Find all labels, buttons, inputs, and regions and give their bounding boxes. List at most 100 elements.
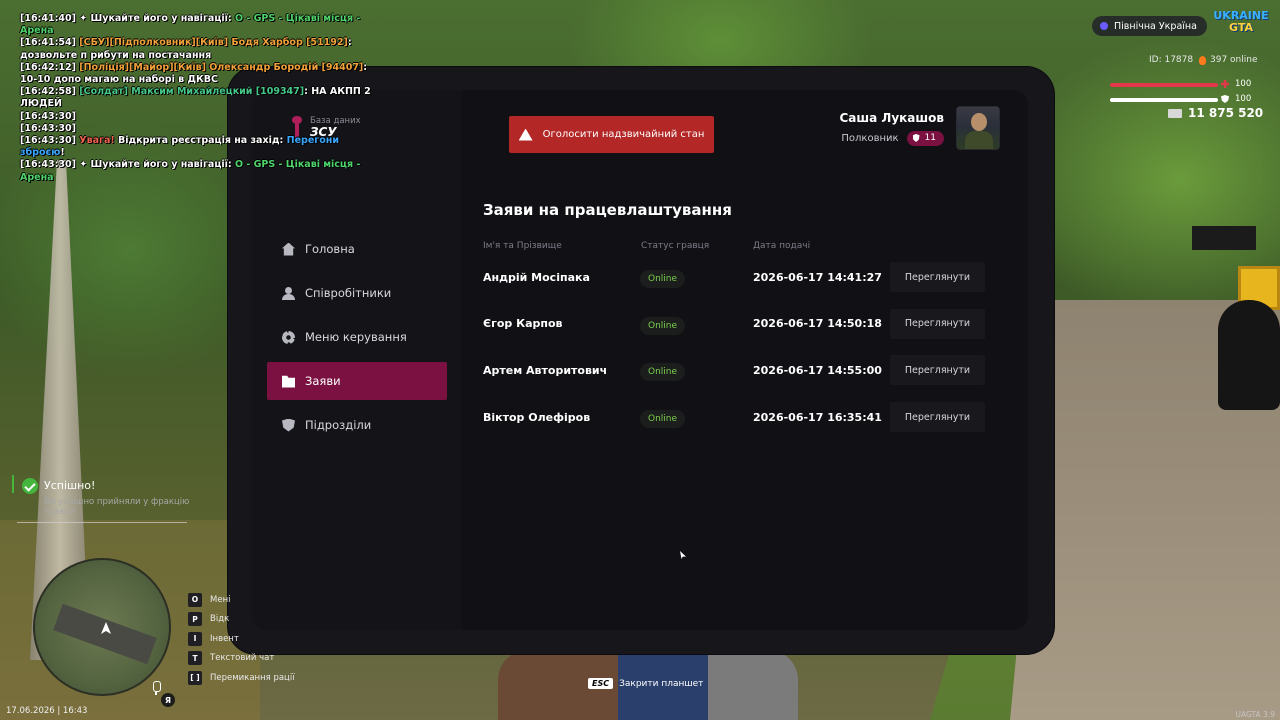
sidebar-item-label: Меню керування — [305, 330, 407, 344]
keybind-row: I Інвент — [188, 629, 295, 649]
keycap: P — [188, 612, 202, 627]
emergency-button[interactable]: Оголосити надзвичайний стан — [509, 116, 714, 153]
submission-date: 2026-06-17 16:35:41 — [753, 410, 882, 424]
keybind-row: [ ] Перемикання рації — [188, 668, 295, 688]
sidebar-item-label: Заяви — [305, 374, 341, 388]
chat-line: [16:43:30] — [20, 111, 380, 123]
chat-line: [16:42:58] [Солдат] Максим Михайлецкий [… — [20, 86, 380, 110]
chat-segment: [16:41:54] — [20, 37, 80, 49]
chat-segment: [Поліція][Майор][Київ] Олександр Бородій… — [79, 61, 364, 73]
view-button[interactable]: Переглянути — [890, 402, 985, 433]
player-arrow-icon — [101, 622, 111, 634]
column-header-status: Статус гравця — [641, 241, 710, 251]
toast-text: Ви успішно прийняли у фракцію гравця — [44, 497, 190, 517]
esc-key: ESC — [588, 678, 614, 689]
armor-value: 100 — [1235, 94, 1252, 104]
user-profile: Саша Лукашов Полковник 11 — [839, 106, 1000, 150]
street-sign — [1192, 226, 1256, 250]
chat-segment: ! — [60, 147, 65, 159]
keycap: T — [188, 651, 202, 666]
view-button[interactable]: Переглянути — [890, 262, 985, 292]
keycap: I — [188, 631, 202, 646]
keycap: O — [188, 592, 202, 607]
shield-icon — [282, 418, 295, 432]
date-time: 17.06.2026 | 16:43 — [6, 706, 88, 716]
armor-bar — [1110, 98, 1218, 102]
view-button[interactable]: Переглянути — [890, 308, 985, 339]
region-icon — [1100, 22, 1108, 30]
table-row: Єгор Карпов Online 2026-06-17 14:50:18 П… — [483, 308, 985, 339]
money-display: 11 875 520 — [1168, 106, 1263, 120]
column-header-date: Дата подачі — [753, 241, 811, 251]
chat-segment: Відкрита реєстрація на захід: — [118, 135, 287, 147]
status-badge: Online — [640, 410, 686, 429]
status-badge: Online — [640, 270, 686, 288]
keybind-row: O Мені — [188, 590, 295, 610]
keycap: [ ] — [188, 670, 202, 685]
gear-icon — [282, 330, 295, 344]
chat-segment: Увага! — [79, 135, 119, 147]
sidebar-item-2[interactable]: Меню керування — [267, 318, 447, 356]
status-cell: Online — [640, 313, 753, 335]
status-badge: Online — [640, 316, 686, 335]
status-cell: Online — [640, 359, 753, 382]
minimap — [33, 558, 171, 696]
submission-date: 2026-06-17 14:55:00 — [753, 363, 882, 377]
chat-line: [16:41:54] [СБУ][Підполковник][Київ] Бод… — [20, 37, 380, 61]
sidebar-item-label: Головна — [305, 242, 355, 256]
online-count: 397 online — [1199, 55, 1258, 65]
people-icon — [282, 286, 295, 300]
avatar — [956, 106, 1000, 150]
chat-segment: [16:43:30] — [20, 110, 76, 122]
keybind-row: T Текстовий чат — [188, 649, 295, 669]
status-badge: Online — [640, 363, 686, 382]
server-logo: UKRAINE GTA — [1212, 10, 1270, 42]
sidebar-item-3[interactable]: Заяви — [267, 362, 447, 400]
microphone-icon — [148, 680, 164, 696]
chat-segment: [16:43:30] — [20, 122, 76, 134]
folder-icon — [282, 375, 295, 388]
chat-segment: [Солдат] Максим Михайлецкий [109347] — [79, 86, 305, 98]
table-row: Андрій Мосіпака Online 2026-06-17 14:41:… — [483, 262, 985, 292]
region-name: Північна Україна — [1114, 20, 1197, 32]
online-text: 397 online — [1210, 55, 1258, 65]
warning-icon — [518, 128, 533, 141]
applicant-name: Артем Авторитович — [483, 363, 608, 377]
flame-icon — [1199, 55, 1206, 65]
status-cell: Online — [640, 406, 753, 429]
player-id: ID: 17878 — [1149, 55, 1194, 65]
emergency-button-label: Оголосити надзвичайний стан — [542, 129, 705, 140]
home-icon — [282, 242, 295, 256]
applicant-name: Єгор Карпов — [483, 317, 563, 331]
sidebar-nav: Головна Співробітники Меню керування Заяви П… — [267, 230, 447, 450]
chat-segment: ✦ Шукайте його у навігації: — [79, 13, 235, 24]
chat-line: [16:41:40] ✦ Шукайте його у навігації: O… — [20, 13, 380, 37]
status-cell: Online — [640, 266, 753, 288]
chat-segment: [СБУ][Підполковник][Київ] Бодя Харбор [5… — [79, 37, 348, 49]
page-title: Заяви на працевлаштування — [483, 201, 732, 219]
user-name: Саша Лукашов — [839, 110, 944, 125]
keybind-label: Перемикання рації — [210, 672, 295, 683]
close-tablet-label: Закрити планшет — [619, 678, 704, 689]
sidebar-item-0[interactable]: Головна — [267, 230, 447, 268]
chat-segment: [16:43:30] — [20, 159, 80, 171]
submission-date: 2026-06-17 14:50:18 — [753, 317, 882, 331]
close-tablet-hint: ESC Закрити планшет — [588, 678, 703, 689]
npc-character — [1218, 300, 1280, 410]
sidebar-item-4[interactable]: Підрозділи — [267, 406, 447, 444]
money-value: 11 875 520 — [1188, 106, 1264, 120]
applicant-name: Віктор Олефіров — [483, 410, 591, 424]
keybind-hints: O Мені P Відк I Інвент T Текстовий чат [ ] Переми… — [188, 590, 295, 688]
keybind-row: P Відк — [188, 610, 295, 630]
health-value: 100 — [1235, 79, 1252, 89]
region-indicator: Північна Україна — [1092, 16, 1207, 36]
player-marker-badge: Я — [161, 693, 175, 707]
chat-segment: [16:43:30] — [20, 135, 80, 147]
chat-line: [16:43:30] Увага! Відкрита реєстрація на… — [20, 135, 380, 159]
view-button[interactable]: Переглянути — [890, 355, 985, 386]
chat-segment: [16:42:58] — [20, 86, 80, 98]
sidebar-item-1[interactable]: Співробітники — [267, 274, 447, 312]
check-icon — [22, 478, 38, 494]
applicant-name: Андрій Мосіпака — [483, 270, 590, 284]
keybind-label: Мені — [210, 594, 231, 605]
